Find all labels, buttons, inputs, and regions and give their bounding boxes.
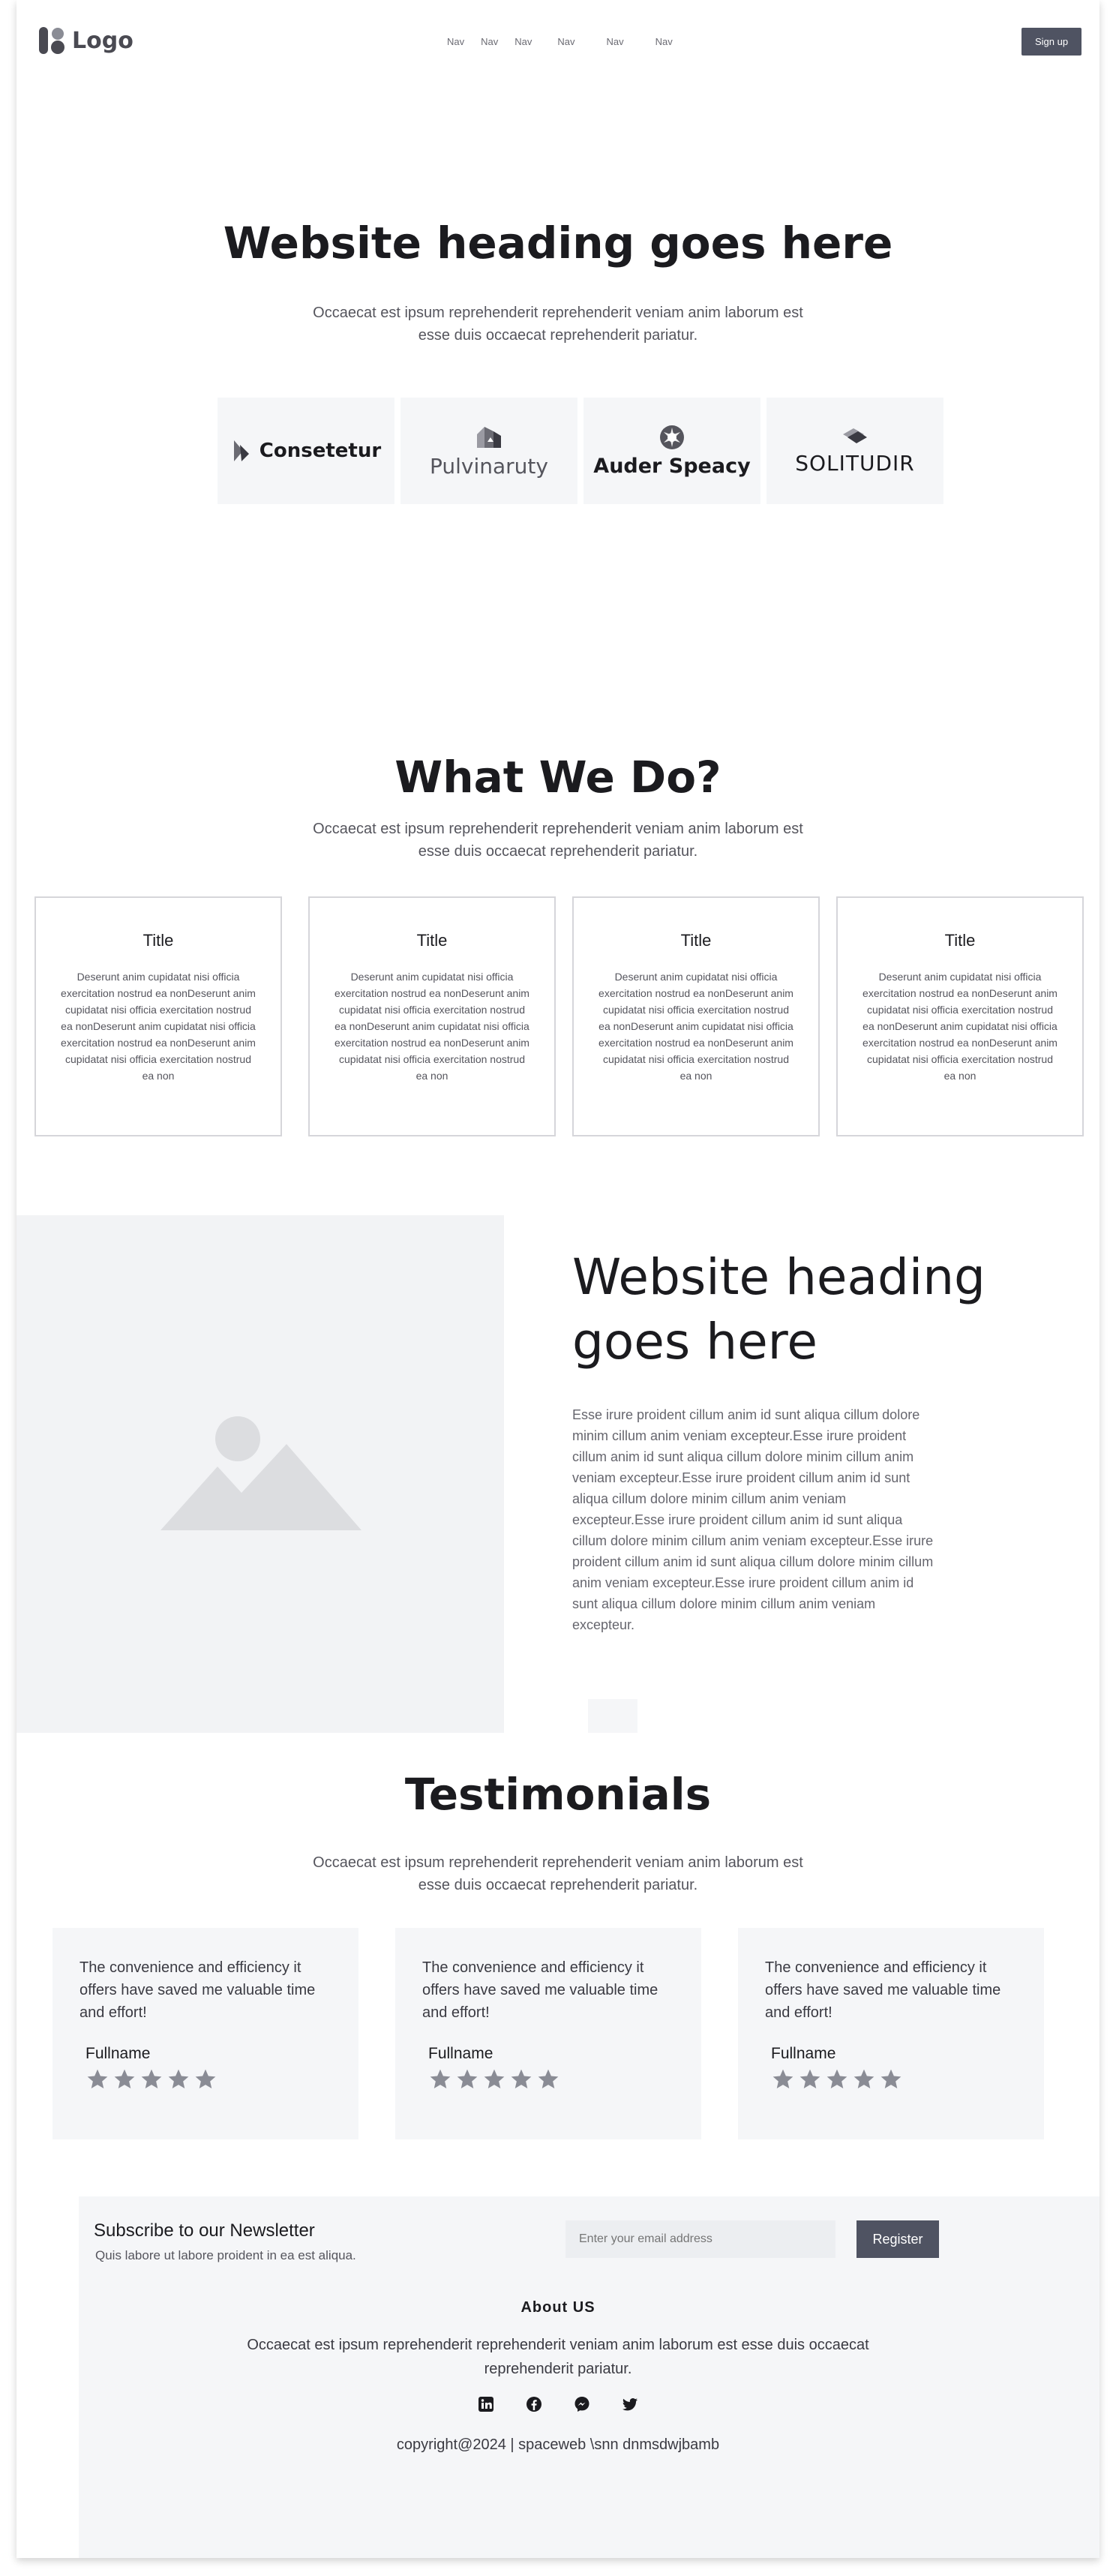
star-icon [87, 2069, 108, 2088]
decorative-block [588, 1699, 638, 1733]
nav-item[interactable]: Nav [481, 36, 498, 47]
services-subtitle-line: esse duis occaecat reprehenderit pariatu… [418, 843, 698, 860]
star-icon [114, 2069, 135, 2088]
service-card: Title Deserunt anim cupidatat nisi offic… [572, 896, 820, 1136]
testimonial-name: Fullname [86, 2045, 151, 2062]
service-card: Title Deserunt anim cupidatat nisi offic… [308, 896, 556, 1136]
brand-name: Auder Speacy [593, 454, 751, 478]
facebook-icon[interactable] [525, 2395, 543, 2413]
service-card-title: Title [142, 931, 174, 950]
nav-item[interactable]: Nav [557, 36, 574, 47]
messenger-icon[interactable] [573, 2395, 591, 2413]
social-links [0, 2395, 1116, 2413]
email-input[interactable] [566, 2220, 836, 2258]
feature-title: Website heading goes here [572, 1248, 986, 1371]
service-card: Title Deserunt anim cupidatat nisi offic… [836, 896, 1084, 1136]
service-card-body: Deserunt anim cupidatat nisi officia exe… [862, 971, 1058, 1082]
services-title: What We Do? [394, 752, 722, 803]
nav-item[interactable]: Nav [447, 36, 464, 47]
star-rating [428, 2067, 674, 2091]
testimonial-card: The convenience and efficiency it offers… [52, 1928, 358, 2139]
twitter-icon[interactable] [621, 2395, 639, 2413]
testimonials-subtitle-line: Occaecat est ipsum reprehenderit reprehe… [313, 1854, 803, 1871]
brand-name: Consetetur [259, 440, 382, 462]
service-card-title: Title [944, 931, 976, 950]
brand-name: SOLITUDIR [795, 450, 915, 476]
brand-name: Pulvinaruty [430, 453, 548, 479]
pulvinaruty-mark-icon [477, 426, 501, 448]
image-placeholder-icon [160, 1416, 362, 1530]
linkedin-icon[interactable] [477, 2395, 495, 2413]
service-card: Title Deserunt anim cupidatat nisi offic… [34, 896, 282, 1136]
register-button[interactable]: Register [856, 2220, 939, 2258]
testimonial-name: Fullname [771, 2045, 836, 2062]
hero-subtitle-line: esse duis occaecat reprehenderit pariatu… [418, 327, 698, 344]
solitudir-mark-icon [843, 428, 867, 443]
star-icon [772, 2069, 794, 2088]
star-icon [511, 2069, 532, 2088]
about-text-line: reprehenderit pariatur. [484, 2361, 632, 2377]
brand-solitudir: SOLITUDIR [766, 398, 944, 504]
star-icon [168, 2069, 189, 2088]
nav-item[interactable]: Nav [607, 36, 624, 47]
service-card-title: Title [416, 931, 448, 950]
brand-consetetur: Consetetur [218, 398, 394, 504]
hero-subtitle-line: Occaecat est ipsum reprehenderit reprehe… [313, 305, 803, 321]
hero-subtitle: Occaecat est ipsum reprehenderit reprehe… [0, 302, 1116, 347]
testimonial-quote: The convenience and efficiency it offers… [80, 1959, 316, 2021]
main-nav: Nav Nav Nav Nav Nav Nav [442, 36, 673, 47]
testimonials-subtitle: Occaecat est ipsum reprehenderit reprehe… [0, 1851, 1116, 1896]
testimonial-card: The convenience and efficiency it offers… [738, 1928, 1044, 2139]
service-card-body: Deserunt anim cupidatat nisi officia exe… [334, 971, 530, 1082]
testimonial-quote: The convenience and efficiency it offers… [422, 1959, 658, 2021]
about-text: Occaecat est ipsum reprehenderit reprehe… [0, 2333, 1116, 2381]
service-card-body: Deserunt anim cupidatat nisi officia exe… [61, 971, 256, 1082]
newsletter-subtitle: Quis labore ut labore proident in ea est… [95, 2248, 356, 2262]
services-subtitle: Occaecat est ipsum reprehenderit reprehe… [0, 818, 1116, 863]
brand-pulvinaruty: Pulvinaruty [400, 398, 578, 504]
about-text-line: Occaecat est ipsum reprehenderit reprehe… [247, 2337, 869, 2353]
testimonial-card: The convenience and efficiency it offers… [395, 1928, 701, 2139]
hero-title: Website heading goes here [223, 218, 893, 269]
copyright-text: copyright@2024 | spaceweb \snn dnmsdwjba… [396, 2436, 720, 2453]
service-card-body: Deserunt anim cupidatat nisi officia exe… [598, 971, 794, 1082]
feature-body: Esse irure proident cillum anim id sunt … [572, 1407, 934, 1632]
star-icon [457, 2069, 478, 2088]
service-card-title: Title [680, 931, 712, 950]
star-icon [484, 2069, 505, 2088]
testimonial-name: Fullname [428, 2045, 494, 2062]
logo-mark-icon [38, 26, 68, 56]
star-icon [430, 2069, 451, 2088]
star-icon [880, 2069, 902, 2088]
testimonials-title: Testimonials [404, 1769, 712, 1820]
brand-logos: Consetetur Pulvinaruty Auder Speacy SOLI… [218, 398, 944, 504]
image-placeholder [16, 1215, 504, 1733]
star-icon [141, 2069, 162, 2088]
signup-button[interactable]: Sign up [1022, 28, 1082, 56]
star-icon [826, 2069, 848, 2088]
star-icon [854, 2069, 874, 2088]
newsletter-title: Subscribe to our Newsletter [94, 2220, 315, 2241]
nav-item[interactable]: Nav [514, 36, 532, 47]
star-icon [195, 2069, 216, 2088]
services-subtitle-line: Occaecat est ipsum reprehenderit reprehe… [313, 821, 803, 837]
testimonials-subtitle-line: esse duis occaecat reprehenderit pariatu… [418, 1877, 698, 1893]
testimonial-quote: The convenience and efficiency it offers… [765, 1959, 1001, 2021]
brand-auder-speacy: Auder Speacy [584, 398, 760, 504]
star-rating [86, 2067, 332, 2091]
about-title: About US [520, 2299, 596, 2316]
star-icon [538, 2069, 559, 2088]
logo-text: Logo [72, 27, 134, 54]
star-icon [800, 2069, 820, 2088]
auder-speacy-mark-icon [660, 425, 684, 449]
star-rating [771, 2067, 1017, 2091]
logo[interactable]: Logo [38, 26, 134, 56]
nav-item[interactable]: Nav [656, 36, 673, 47]
consetetur-mark-icon [233, 440, 249, 461]
